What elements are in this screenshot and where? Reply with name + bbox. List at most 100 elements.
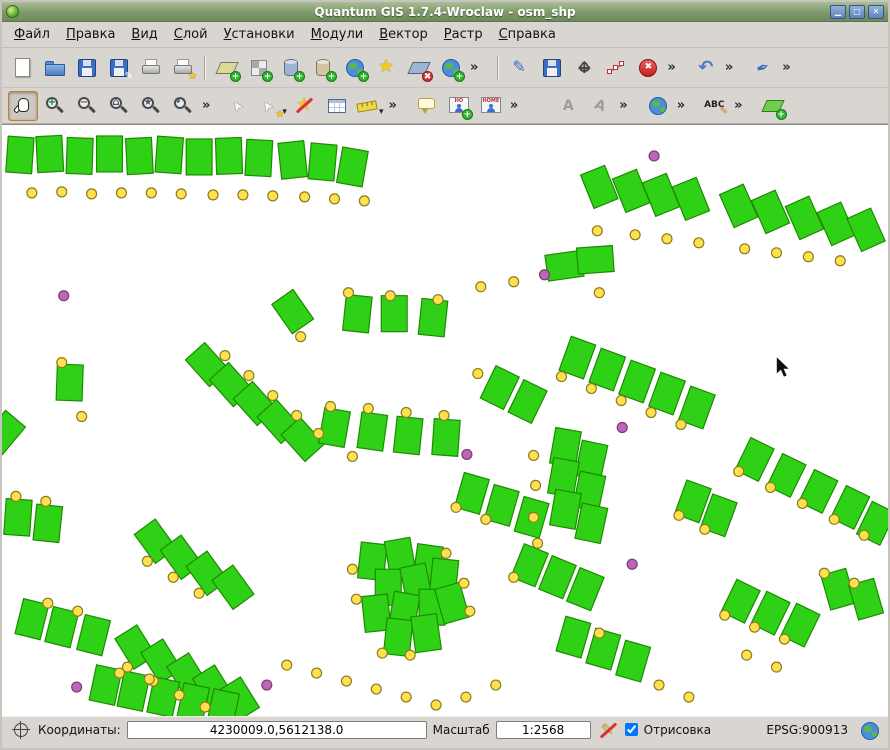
labeling-button[interactable]: ABC✎ xyxy=(700,91,730,121)
deselect-features-button[interactable]: ★ xyxy=(290,91,320,121)
move-feature-button[interactable]: ↔↕ xyxy=(569,53,599,83)
add-vector-layer-button[interactable]: + xyxy=(212,53,242,83)
point-feature xyxy=(144,674,154,684)
point-feature xyxy=(433,295,443,305)
toolbar-overflow-chevron[interactable]: » xyxy=(616,98,630,113)
pan-map-icon xyxy=(11,94,35,118)
zoom-out-button[interactable]: − xyxy=(72,91,102,121)
building-feature xyxy=(616,640,651,682)
menu-raster[interactable]: Растр xyxy=(436,24,491,45)
select-features-button[interactable]: ➤★▾ xyxy=(257,91,288,121)
toolbar-overflow-chevron[interactable]: » xyxy=(674,98,688,113)
add-spatialite-layer-icon: + xyxy=(311,56,335,80)
zoom-full-button[interactable]: ⌂ xyxy=(104,91,134,121)
building-feature xyxy=(245,139,273,176)
menu-settings[interactable]: Установки xyxy=(216,24,303,45)
point-feature xyxy=(491,680,501,690)
point-feature xyxy=(462,449,472,459)
point-feature xyxy=(300,192,310,202)
new-bookmark-button[interactable]: HO+ xyxy=(444,91,474,121)
stop-render-icon[interactable]: ✎ xyxy=(597,719,619,741)
delete-selected-button[interactable]: ✖ xyxy=(633,53,663,83)
toolbar-overflow-chevron[interactable]: » xyxy=(779,60,793,75)
undo-button[interactable]: ↶ xyxy=(691,53,721,83)
toggle-editing-button[interactable]: ✎ xyxy=(505,53,535,83)
point-feature xyxy=(73,606,83,616)
show-bookmarks-icon: HOME xyxy=(479,94,503,118)
open-attribute-table-button[interactable] xyxy=(322,91,352,121)
close-button[interactable]: ✕ xyxy=(868,5,884,19)
annotation-tool-button[interactable]: ✒ xyxy=(748,53,778,83)
render-label[interactable]: Отрисовка xyxy=(644,723,711,737)
toolbar-overflow-chevron[interactable]: » xyxy=(664,60,678,75)
toolbar-overflow-chevron[interactable]: » xyxy=(507,98,521,113)
map-tips-button[interactable] xyxy=(412,91,442,121)
point-feature xyxy=(829,514,839,524)
coordinate-capture-button[interactable] xyxy=(643,91,673,121)
zoom-last-button[interactable]: ↶ xyxy=(168,91,198,121)
point-feature xyxy=(654,680,664,690)
menu-file[interactable]: Файл xyxy=(6,24,58,45)
building-feature xyxy=(56,364,83,401)
identify-features-button[interactable]: ➤ xyxy=(225,91,255,121)
point-feature xyxy=(734,466,744,476)
new-shapefile-layer-button[interactable]: ★ xyxy=(372,53,402,83)
toolbar-overflow-chevron[interactable]: » xyxy=(467,60,481,75)
building-feature xyxy=(319,408,351,448)
save-project-button[interactable] xyxy=(72,53,102,83)
menu-edit[interactable]: Правка xyxy=(58,24,123,45)
point-feature xyxy=(476,282,486,292)
point-feature xyxy=(662,234,672,244)
title-bar[interactable]: Quantum GIS 1.7.4-Wroclaw - osm_shp ▁ □ … xyxy=(2,2,888,22)
save-project-as-button[interactable]: ✎ xyxy=(104,53,134,83)
point-feature xyxy=(439,411,449,421)
menu-view[interactable]: Вид xyxy=(123,24,165,45)
delete-selected-icon: ✖ xyxy=(636,56,660,80)
open-project-button[interactable] xyxy=(40,53,70,83)
measure-line-dropdown-caret[interactable]: ▾ xyxy=(379,107,384,120)
node-tool-button[interactable] xyxy=(601,53,631,83)
maximize-button[interactable]: □ xyxy=(849,5,865,19)
render-checkbox[interactable] xyxy=(625,723,638,736)
building-feature xyxy=(155,136,183,174)
point-feature xyxy=(326,402,336,412)
toolbar-overflow-chevron[interactable]: » xyxy=(199,98,213,113)
building-feature xyxy=(642,173,679,216)
toolbar-overflow-chevron[interactable]: » xyxy=(722,60,736,75)
scale-input[interactable] xyxy=(496,721,591,739)
measure-line-button[interactable]: ▾ xyxy=(354,91,385,121)
menu-layer[interactable]: Слой xyxy=(166,24,216,45)
add-spatialite-layer-button[interactable]: + xyxy=(308,53,338,83)
new-print-composer-button[interactable] xyxy=(136,53,166,83)
new-project-button[interactable] xyxy=(8,53,38,83)
pan-map-button[interactable] xyxy=(8,91,38,121)
zoom-to-selection-button[interactable]: ★ xyxy=(136,91,166,121)
show-bookmarks-button[interactable]: HOME xyxy=(476,91,506,121)
add-postgis-layer-button[interactable]: + xyxy=(276,53,306,83)
toolbar-overflow-chevron[interactable]: » xyxy=(385,98,399,113)
building-feature xyxy=(418,298,447,336)
coordinates-input[interactable] xyxy=(127,721,427,739)
menu-help[interactable]: Справка xyxy=(491,24,564,45)
map-canvas[interactable] xyxy=(2,124,888,716)
point-feature xyxy=(797,498,807,508)
add-raster-layer-button[interactable]: + xyxy=(244,53,274,83)
save-edits-button[interactable] xyxy=(537,53,567,83)
point-feature xyxy=(849,578,859,588)
menu-vector[interactable]: Вектор xyxy=(371,24,436,45)
point-feature xyxy=(57,358,67,368)
crs-status-icon[interactable] xyxy=(858,719,880,741)
menu-plugins[interactable]: Модули xyxy=(303,24,372,45)
building-feature xyxy=(556,616,591,658)
quick-map-services-button[interactable]: + xyxy=(758,91,788,121)
building-feature xyxy=(550,489,582,529)
minimize-button[interactable]: ▁ xyxy=(830,5,846,19)
map-tips-icon xyxy=(415,94,439,118)
add-to-overview-button[interactable]: + xyxy=(436,53,466,83)
remove-layer-button[interactable]: ✖ xyxy=(404,53,434,83)
toolbar-map-navigation: +−⌂★↶»➤➤★▾★▾»HO+HOME»AA»»ABC✎»+ xyxy=(2,88,888,124)
toolbar-overflow-chevron[interactable]: » xyxy=(731,98,745,113)
zoom-in-button[interactable]: + xyxy=(40,91,70,121)
composer-manager-button[interactable]: ★ xyxy=(168,53,198,83)
add-wms-layer-button[interactable]: + xyxy=(340,53,370,83)
